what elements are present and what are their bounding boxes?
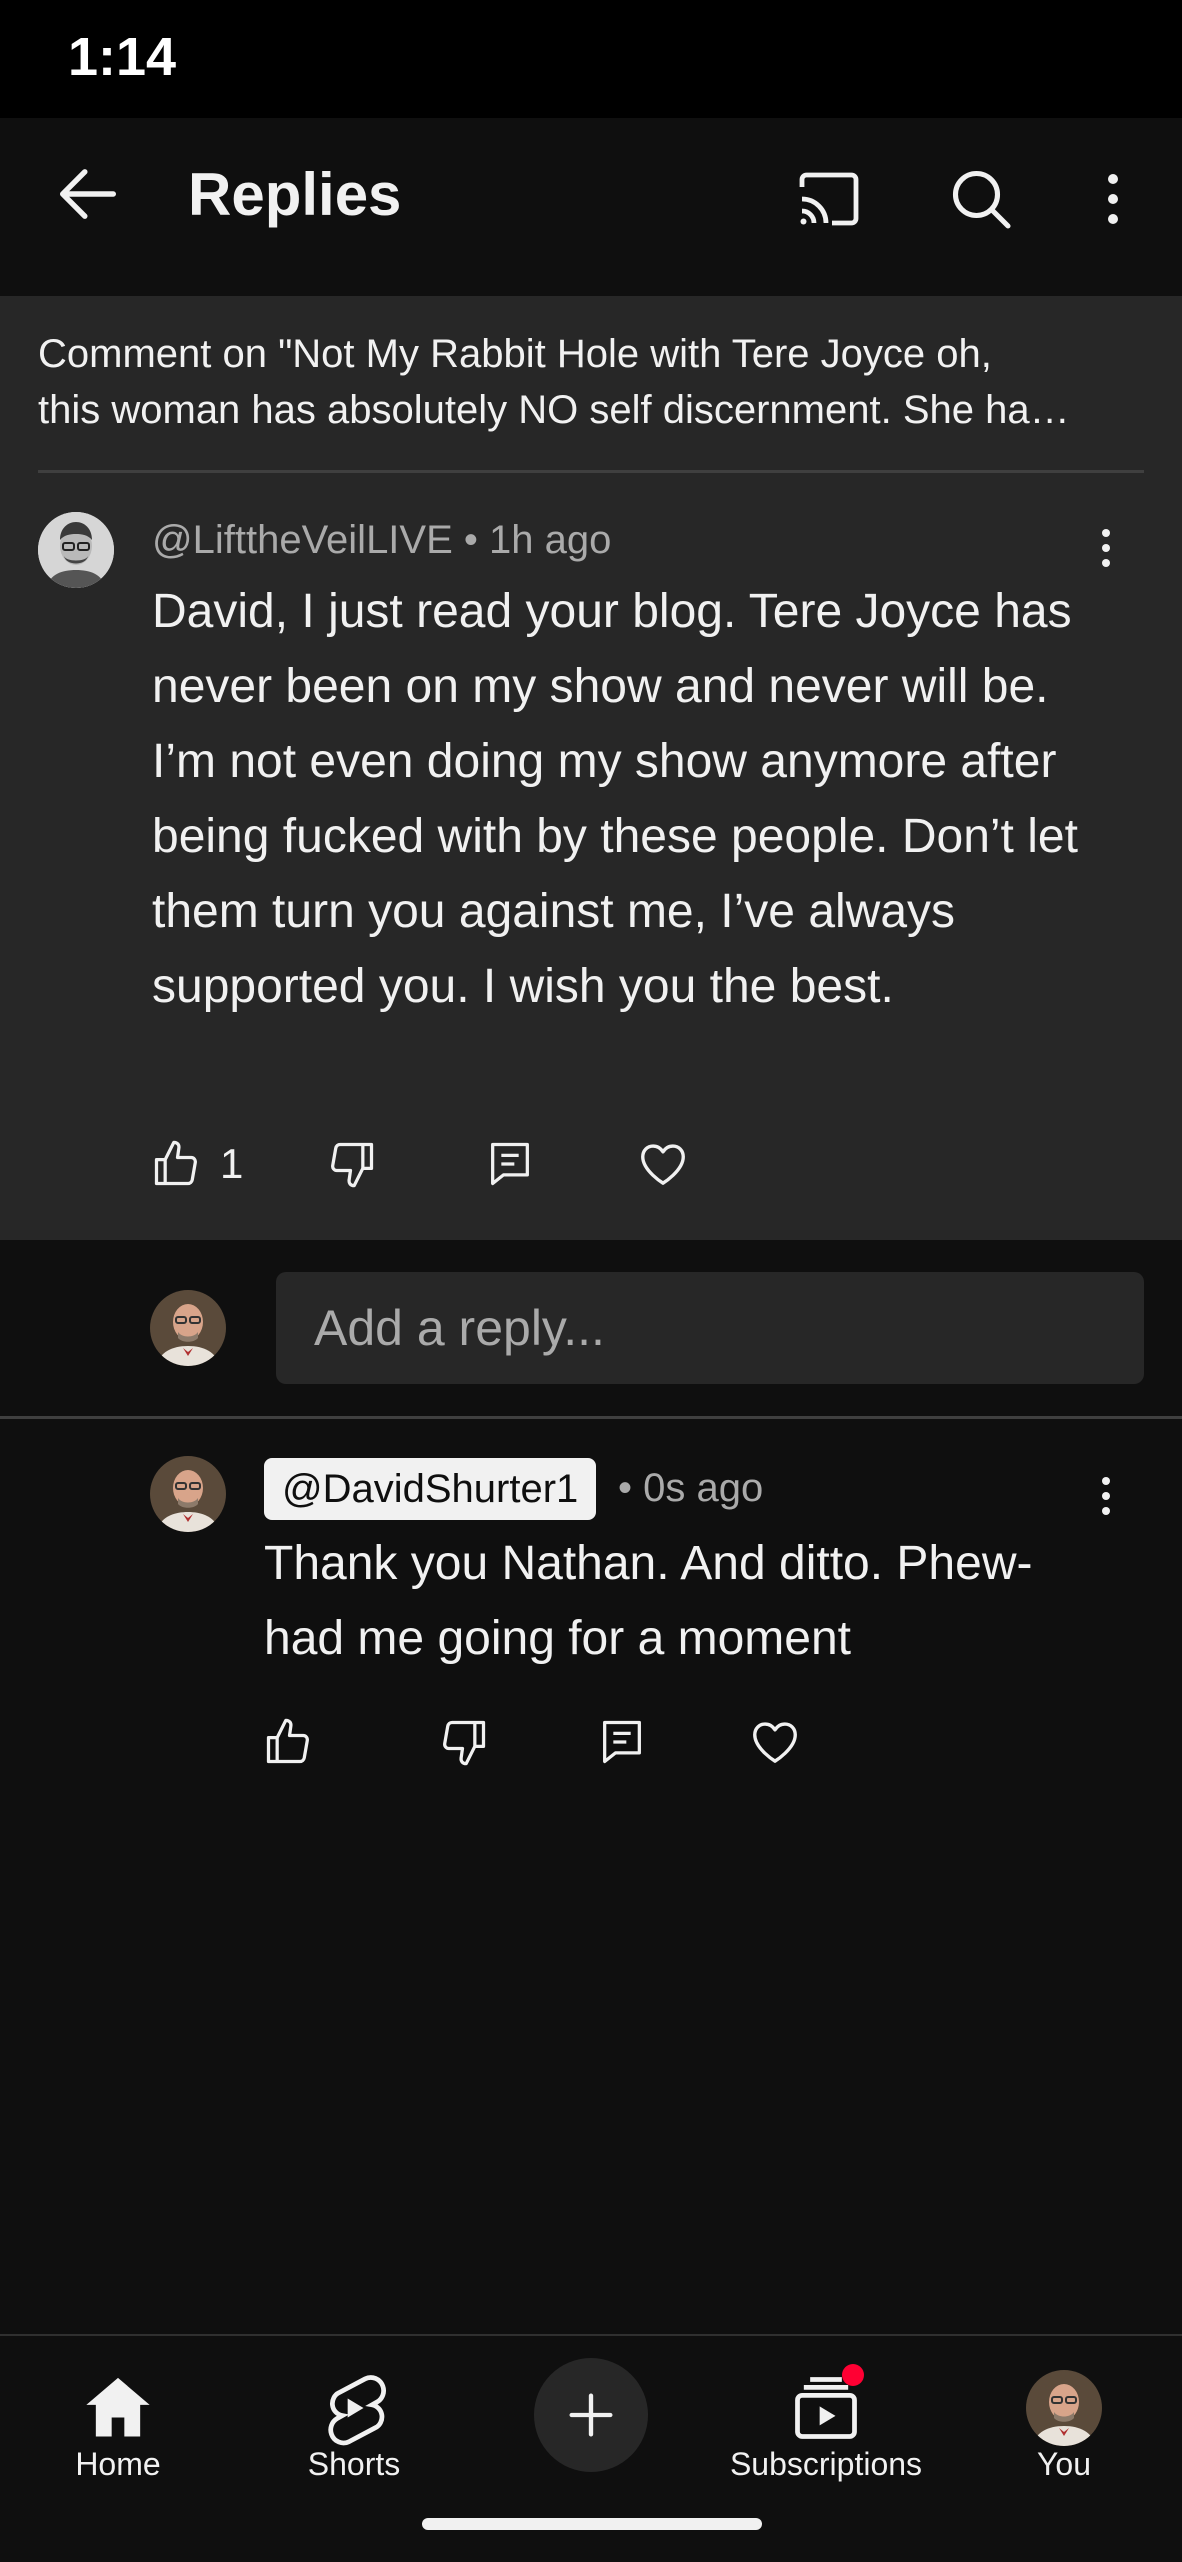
more-options-button[interactable] <box>1070 156 1156 242</box>
app-bar: Replies <box>0 118 1182 296</box>
nav-subscriptions-label: Subscriptions <box>729 2446 923 2482</box>
like-button[interactable]: 1 <box>150 1134 243 1194</box>
create-button[interactable] <box>534 2358 648 2472</box>
avatar-photo-icon <box>1026 2370 1102 2446</box>
nav-subscriptions[interactable]: Subscriptions <box>726 2354 926 2484</box>
divider <box>0 1416 1182 1419</box>
thumb-up-icon <box>266 1718 309 1764</box>
cast-button[interactable] <box>786 156 872 242</box>
search-button[interactable] <box>938 156 1024 242</box>
nav-shorts[interactable]: Shorts <box>254 2354 454 2484</box>
status-bar: 1:14 <box>0 0 1182 118</box>
notification-dot <box>842 2364 864 2386</box>
nav-home[interactable]: Home <box>18 2354 218 2484</box>
comment-text: David, I just read your blog. Tere Joyce… <box>152 585 1078 1013</box>
like-button[interactable] <box>262 1712 314 1772</box>
dislike-button[interactable] <box>326 1134 378 1194</box>
avatar <box>150 1290 226 1366</box>
avatar <box>1026 2370 1102 2446</box>
comment-icon <box>603 1720 641 1764</box>
nav-you-label: You <box>1037 2446 1091 2482</box>
author-handle-chip[interactable]: @DavidShurter1 <box>264 1458 597 1520</box>
heart-button[interactable] <box>636 1134 690 1194</box>
reply-button[interactable] <box>484 1134 536 1194</box>
parent-comment-section: Comment on "Not My Rabbit Hole with Tere… <box>0 296 1182 1240</box>
like-count: 1 <box>220 1140 244 1187</box>
more-vert-icon <box>1108 174 1118 224</box>
page-title: Replies <box>188 161 402 228</box>
thumb-down-icon <box>331 1142 374 1188</box>
thumb-up-icon <box>154 1140 197 1186</box>
plus-icon <box>569 2393 613 2437</box>
dislike-button[interactable] <box>438 1712 490 1772</box>
search-icon <box>952 170 1011 229</box>
reply-time: • 0s ago <box>618 1466 764 1510</box>
avatar[interactable] <box>150 1456 226 1532</box>
context-line-2: this woman has absolutely NO self discer… <box>38 388 1070 432</box>
reply-options-button[interactable] <box>1086 1466 1126 1526</box>
nav-shorts-label: Shorts <box>307 2446 401 2482</box>
avatar-photo-icon <box>150 1290 226 1366</box>
more-vert-icon <box>1102 529 1110 567</box>
comment-icon <box>491 1142 529 1186</box>
arrow-back-icon <box>59 169 117 219</box>
nav-you[interactable]: You <box>964 2354 1164 2484</box>
thumb-down-icon <box>443 1720 486 1766</box>
reply-text: Thank you Nathan. And ditto. Phew- had m… <box>264 1537 1033 1665</box>
heart-icon <box>641 1144 685 1185</box>
reply-composer: Add a reply... <box>0 1240 1182 1416</box>
context-line-1: Comment on "Not My Rabbit Hole with Tere… <box>38 332 992 376</box>
divider <box>38 470 1144 473</box>
more-vert-icon <box>1102 1477 1110 1515</box>
add-reply-input[interactable]: Add a reply... <box>276 1272 1144 1384</box>
home-indicator[interactable] <box>422 2518 762 2530</box>
home-icon <box>86 2377 150 2437</box>
heart-icon <box>753 1722 797 1763</box>
back-button[interactable] <box>50 156 126 232</box>
comment-meta: @LifttheVeilLIVE • 1h ago <box>152 518 612 562</box>
video-context[interactable]: Comment on "Not My Rabbit Hole with Tere… <box>38 326 1148 438</box>
reply-button[interactable] <box>596 1712 648 1772</box>
nav-home-label: Home <box>75 2446 161 2482</box>
cast-icon <box>799 172 859 226</box>
avatar-portrait-icon <box>38 512 114 588</box>
status-time: 1:14 <box>68 27 177 87</box>
heart-button[interactable] <box>748 1712 802 1772</box>
bottom-navigation: Home Shorts Subscriptions You <box>0 2334 1182 2562</box>
shorts-icon <box>328 2375 386 2446</box>
avatar[interactable] <box>38 512 114 588</box>
comment-options-button[interactable] <box>1086 518 1126 578</box>
avatar-photo-icon <box>150 1456 226 1532</box>
